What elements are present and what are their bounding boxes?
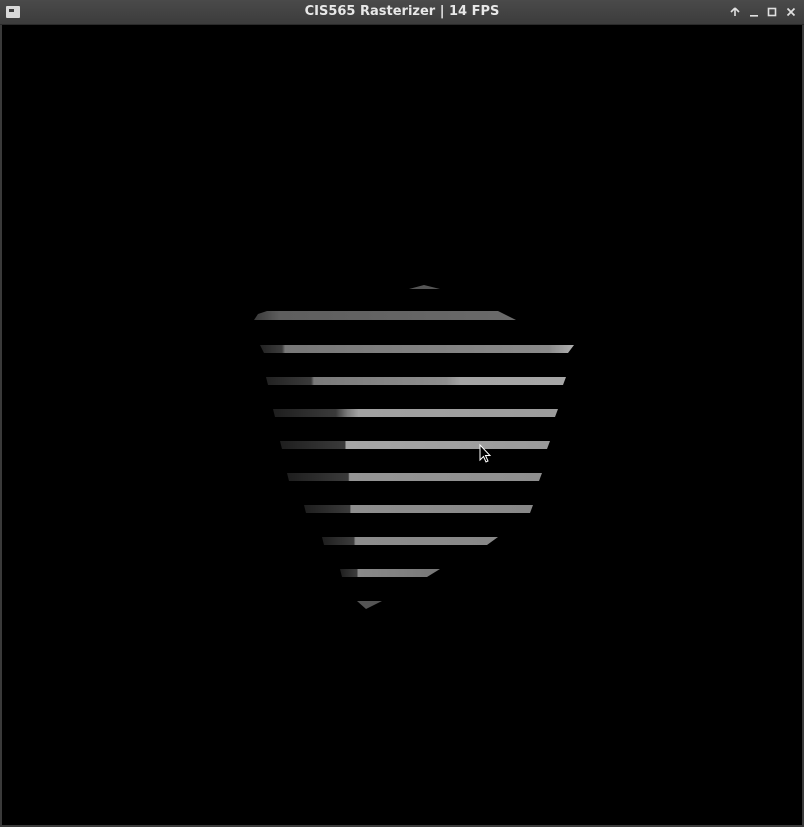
rendered-model	[254, 285, 574, 609]
model-stripe-1	[254, 311, 516, 320]
model-stripe-6	[287, 473, 542, 481]
model-stripe-3	[266, 377, 566, 385]
title-bar[interactable]: CIS565 Rasterizer | 14 FPS	[0, 0, 804, 25]
app-window: CIS565 Rasterizer | 14 FPS	[0, 0, 804, 827]
model-stripe-8	[322, 537, 498, 545]
model-stripe-0	[409, 285, 440, 289]
model-stripe-10	[357, 601, 382, 609]
close-icon[interactable]	[783, 4, 799, 20]
render-viewport[interactable]	[2, 25, 802, 825]
maximize-icon[interactable]	[764, 4, 780, 20]
model-stripe-2	[260, 345, 574, 353]
window-title: CIS565 Rasterizer | 14 FPS	[304, 4, 500, 19]
model-stripe-9	[340, 569, 440, 577]
model-stripe-7	[304, 505, 533, 513]
model-stripe-5	[280, 441, 550, 449]
model-stripe-4	[273, 409, 558, 417]
keep-above-icon[interactable]	[727, 4, 743, 20]
minimize-icon[interactable]	[746, 4, 762, 20]
